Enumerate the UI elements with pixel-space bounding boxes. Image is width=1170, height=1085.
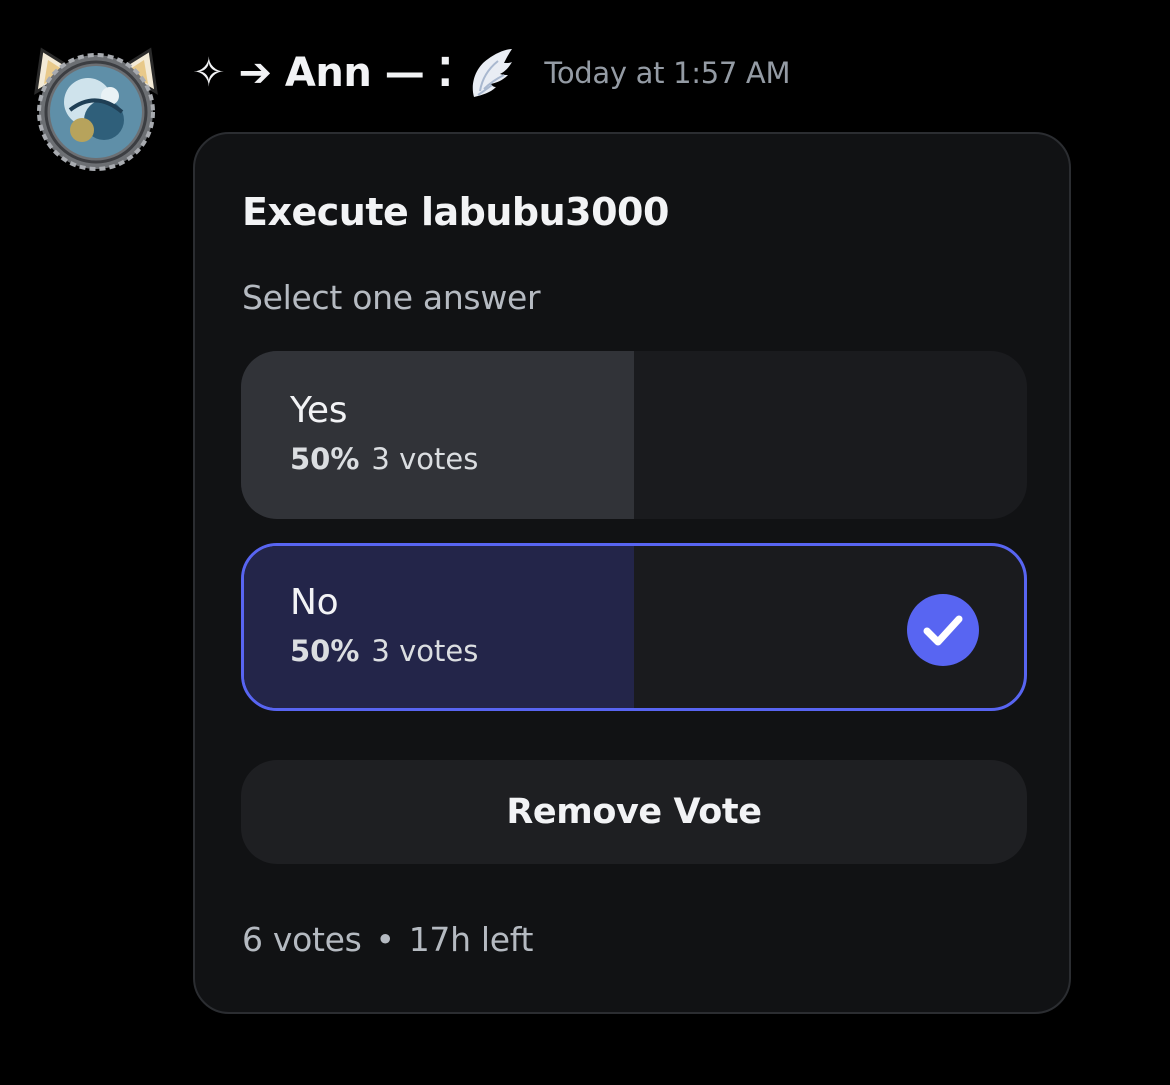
poll-answer-label: Yes [290, 390, 348, 431]
poll-answer-votes: 3 votes [371, 634, 479, 668]
message-timestamp: Today at 1:57 AM [544, 56, 791, 90]
poll-card: Execute labubu3000 Select one answer Yes… [193, 132, 1071, 1014]
message-header: ✧ ➔ Ann — ⁚ Today at 1:57 AM [192, 42, 791, 104]
poll-question: Execute labubu3000 [242, 190, 669, 234]
poll-hint: Select one answer [242, 278, 541, 317]
poll-footer-separator: • [375, 920, 395, 959]
poll-time-left: 17h left [408, 920, 534, 959]
poll-answer-stats: 50% 3 votes [290, 633, 478, 669]
avatar-cat-ears-icon [34, 47, 158, 171]
poll-footer: 6 votes • 17h left [242, 920, 533, 959]
poll-answer-stats: 50% 3 votes [290, 441, 478, 477]
poll-answer-percent: 50% [290, 442, 360, 476]
checkmark-icon [907, 594, 979, 666]
angel-wing-icon [466, 45, 516, 101]
poll-answer-votes: 3 votes [371, 442, 479, 476]
author-display-name[interactable]: ✧ ➔ Ann — ⁚ [192, 50, 453, 96]
poll-answer-text: Yes 50% 3 votes [290, 389, 478, 477]
poll-total-votes: 6 votes [242, 920, 362, 959]
poll-answer-text: No 50% 3 votes [290, 581, 478, 669]
poll-answer-label: No [290, 582, 339, 623]
poll-answer-yes[interactable]: Yes 50% 3 votes [241, 351, 1027, 519]
remove-vote-button[interactable]: Remove Vote [241, 760, 1027, 864]
avatar[interactable] [30, 40, 162, 172]
poll-answer-no[interactable]: No 50% 3 votes [241, 543, 1027, 711]
poll-answer-percent: 50% [290, 634, 360, 668]
